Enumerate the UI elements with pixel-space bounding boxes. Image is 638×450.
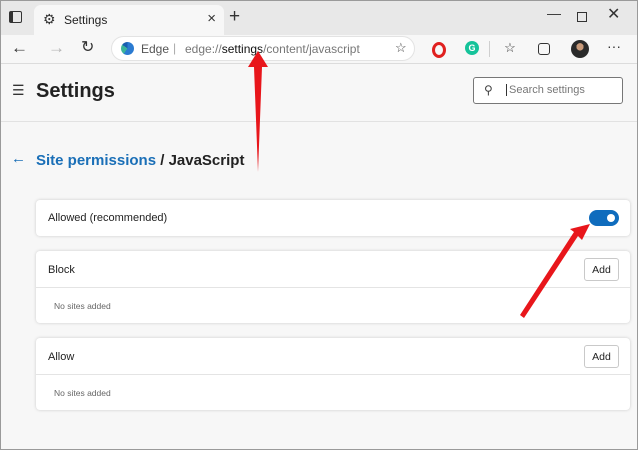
settings-header: ☰ Settings ⚲ Search settings — [1, 64, 637, 122]
allowed-card: Allowed (recommended) — [36, 200, 630, 236]
url-strong: settings — [221, 42, 264, 56]
breadcrumb-current: JavaScript — [168, 152, 245, 169]
star-plus-icon[interactable]: ☆ — [395, 40, 407, 56]
forward-arrow-icon[interactable]: → — [48, 38, 65, 58]
address-bar[interactable]: Edge | edge://settings/content/javascrip… — [111, 36, 415, 61]
breadcrumb-separator: / — [156, 152, 169, 169]
settings-content: ← Site permissions / JavaScript Allowed … — [1, 122, 637, 449]
url-text[interactable]: edge://settings/content/javascript — [185, 42, 360, 56]
divider — [36, 287, 630, 288]
avatar[interactable] — [571, 40, 589, 58]
block-label: Block — [48, 264, 75, 276]
toolbar-divider — [489, 41, 490, 57]
block-empty-text: No sites added — [54, 301, 111, 311]
opera-extension-icon[interactable] — [432, 42, 446, 58]
favorites-icon[interactable]: ☆ — [503, 41, 517, 55]
url-prefix: edge:// — [185, 42, 222, 56]
breadcrumb: Site permissions / JavaScript — [36, 152, 244, 169]
browser-toolbar: ← → ↻ Edge | edge://settings/content/jav… — [1, 35, 637, 64]
edge-logo-icon — [121, 42, 134, 55]
breadcrumb-site-permissions[interactable]: Site permissions — [36, 152, 156, 169]
reload-icon[interactable]: ↻ — [81, 38, 94, 58]
back-arrow-icon[interactable]: ← — [11, 150, 26, 167]
site-label: Edge — [141, 42, 170, 56]
allow-label: Allow — [48, 351, 75, 363]
new-tab-plus-icon[interactable]: + — [229, 7, 240, 27]
javascript-allowed-toggle[interactable] — [589, 210, 619, 226]
more-options-icon[interactable]: ··· — [607, 39, 621, 53]
allowed-label: Allowed (recommended) — [48, 212, 168, 224]
block-add-button[interactable]: Add — [584, 258, 619, 281]
tab-settings[interactable]: ⚙ Settings × — [34, 5, 224, 35]
search-icon: ⚲ — [484, 83, 493, 97]
close-icon[interactable]: × — [207, 11, 216, 27]
tab-title: Settings — [64, 13, 108, 27]
page-title: Settings — [36, 80, 115, 102]
browser-window: ⚙ Settings × + — ✕ ← → ↻ Edge | edge://s… — [0, 0, 638, 450]
tab-strip: ⚙ Settings × + — ✕ — [1, 1, 637, 35]
grammarly-extension-icon[interactable]: G — [465, 41, 479, 55]
allow-add-button[interactable]: Add — [584, 345, 619, 368]
window-close-icon[interactable]: ✕ — [607, 7, 620, 23]
search-placeholder: Search settings — [506, 84, 585, 96]
toggle-knob — [607, 214, 615, 222]
collections-icon[interactable] — [538, 43, 550, 55]
url-suffix: /content/javascript — [263, 42, 360, 56]
allow-card: Allow Add No sites added — [36, 338, 630, 410]
address-separator: | — [173, 41, 177, 55]
allow-empty-text: No sites added — [54, 388, 111, 398]
maximize-icon[interactable] — [577, 12, 587, 22]
hamburger-icon[interactable]: ☰ — [12, 83, 25, 97]
block-card: Block Add No sites added — [36, 251, 630, 323]
tab-actions-icon[interactable] — [9, 11, 22, 23]
search-input[interactable]: ⚲ Search settings — [473, 77, 623, 104]
divider — [36, 374, 630, 375]
gear-icon: ⚙ — [43, 11, 56, 27]
minimize-icon[interactable]: — — [547, 5, 561, 21]
back-arrow-icon[interactable]: ← — [11, 38, 28, 58]
